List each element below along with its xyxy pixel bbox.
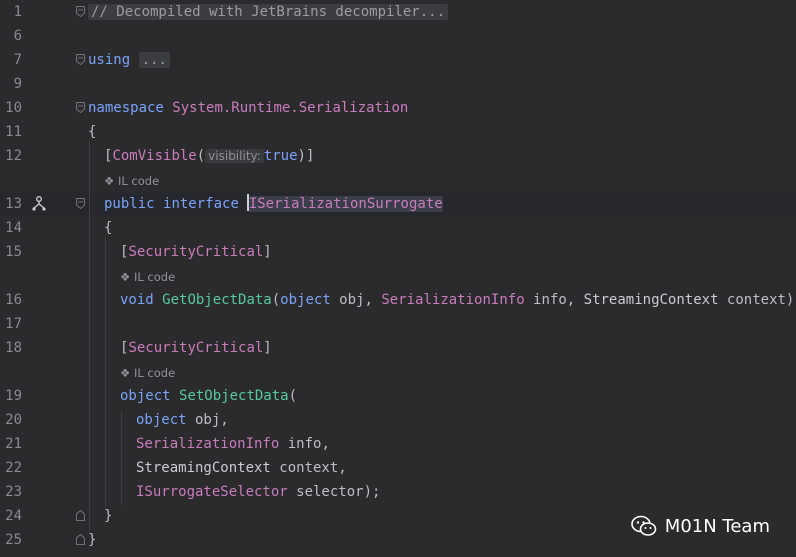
line-number: 18 [5, 340, 22, 356]
line-number: 12 [5, 148, 22, 164]
namespace-name: System.Runtime.Serialization [172, 100, 409, 116]
code-line-20[interactable]: 20 object obj, [0, 408, 796, 432]
code-line-9[interactable]: 9 [0, 72, 796, 96]
brace: { [104, 220, 113, 236]
fold-icon[interactable] [76, 198, 85, 209]
line-number: 16 [5, 292, 22, 308]
code-line-10[interactable]: 10 namespace System.Runtime.Serializatio… [0, 96, 796, 120]
line-number: 13 [5, 196, 22, 212]
paren: ( [196, 148, 206, 164]
param-name: obj, [186, 412, 229, 428]
parameter-hint: visibility: [205, 149, 264, 163]
method-name: GetObjectData [162, 292, 272, 308]
watermark-text: M01N Team [664, 515, 770, 537]
il-code-icon: ❖ [120, 270, 131, 284]
line-number: 9 [13, 76, 22, 92]
line-number: 25 [5, 532, 22, 548]
keyword-public: public [104, 196, 155, 212]
bracket-close: ] [263, 244, 272, 260]
line-number: 11 [5, 124, 22, 140]
paren: ( [288, 388, 298, 404]
bracket-close: ] [263, 340, 272, 356]
keyword-interface: interface [163, 196, 239, 212]
keyword-void: void [120, 292, 154, 308]
code-line-1[interactable]: 1 // Decompiled with JetBrains decompile… [0, 0, 796, 24]
attribute-name: ComVisible [112, 148, 197, 164]
param-name: context, [270, 460, 347, 476]
il-code-link[interactable]: ❖ IL code [104, 172, 159, 190]
code-line-21[interactable]: 21 SerializationInfo info, [0, 432, 796, 456]
code-line-12[interactable]: 12 [ComVisible(visibility: true)] [0, 144, 796, 168]
code-line-19[interactable]: 19 object SetObjectData( [0, 384, 796, 408]
param-type: SerializationInfo [136, 436, 280, 452]
code-line-15[interactable]: 15 [SecurityCritical] [0, 240, 796, 264]
line-number: 14 [5, 220, 22, 236]
wechat-icon [630, 515, 657, 537]
code-line-11[interactable]: 11 { [0, 120, 796, 144]
interface-name[interactable]: ISerializationSurrogate [248, 196, 443, 212]
keyword-namespace: namespace [88, 100, 164, 116]
brace: { [88, 124, 97, 140]
il-code-link[interactable]: ❖ IL code [120, 268, 175, 286]
param-name: selector); [287, 484, 381, 500]
code-line-23[interactable]: 23 ISurrogateSelector selector); [0, 480, 796, 504]
line-number: 23 [5, 484, 22, 500]
collapsed-comment[interactable]: // Decompiled with JetBrains decompiler.… [88, 4, 449, 20]
keyword-using: using [88, 52, 131, 68]
code-line-17[interactable]: 17 [0, 312, 796, 336]
param-name: obj, [330, 292, 382, 308]
line-number: 19 [5, 388, 22, 404]
param-type: SerializationInfo [381, 292, 525, 308]
il-code-icon: ❖ [104, 174, 115, 188]
param-type: ISurrogateSelector [136, 484, 288, 500]
fold-end-icon[interactable] [76, 534, 85, 545]
code-line-22[interactable]: 22 StreamingContext context, [0, 456, 796, 480]
line-number: 6 [13, 28, 22, 44]
attribute-name: SecurityCritical [128, 340, 264, 356]
il-code-link[interactable]: ❖ IL code [120, 364, 175, 382]
code-line-7[interactable]: 7 using ... [0, 48, 796, 72]
il-code-icon: ❖ [120, 366, 131, 380]
fold-icon[interactable] [76, 102, 85, 113]
code-line-16[interactable]: 16 void GetObjectData(object obj, Serial… [0, 288, 796, 312]
code-line-14[interactable]: 14 { [0, 216, 796, 240]
line-number: 22 [5, 460, 22, 476]
line-number: 17 [5, 316, 22, 332]
method-name: SetObjectData [179, 388, 289, 404]
fold-icon[interactable] [76, 54, 85, 65]
fold-icon[interactable] [76, 6, 85, 17]
code-line-6[interactable]: 6 [0, 24, 796, 48]
implementations-icon[interactable] [31, 196, 47, 216]
param-name: context); [718, 292, 796, 308]
line-number: 10 [5, 100, 22, 116]
param-type: StreamingContext [136, 460, 271, 476]
line-number: 1 [13, 4, 22, 20]
watermark: M01N Team [630, 515, 770, 537]
param-name: info, [524, 292, 584, 308]
line-number: 15 [5, 244, 22, 260]
brace: } [88, 532, 97, 548]
line-number: 7 [13, 52, 22, 68]
line-number: 21 [5, 436, 22, 452]
param-type: StreamingContext [583, 292, 719, 308]
param-type: object [280, 292, 331, 308]
line-number: 24 [5, 508, 22, 524]
collapsed-usings[interactable]: ... [138, 52, 170, 68]
code-line-18[interactable]: 18 [SecurityCritical] [0, 336, 796, 360]
return-type: object [120, 388, 171, 404]
attribute-name: SecurityCritical [128, 244, 264, 260]
code-line-13[interactable]: 13 public interface ISerializationSurrog… [0, 192, 796, 216]
param-name: info, [279, 436, 330, 452]
fold-end-icon[interactable] [76, 510, 85, 521]
bool-literal: true [263, 148, 298, 164]
param-type: object [136, 412, 187, 428]
line-number: 20 [5, 412, 22, 428]
bracket-close: )] [297, 148, 315, 164]
brace: } [104, 508, 113, 524]
